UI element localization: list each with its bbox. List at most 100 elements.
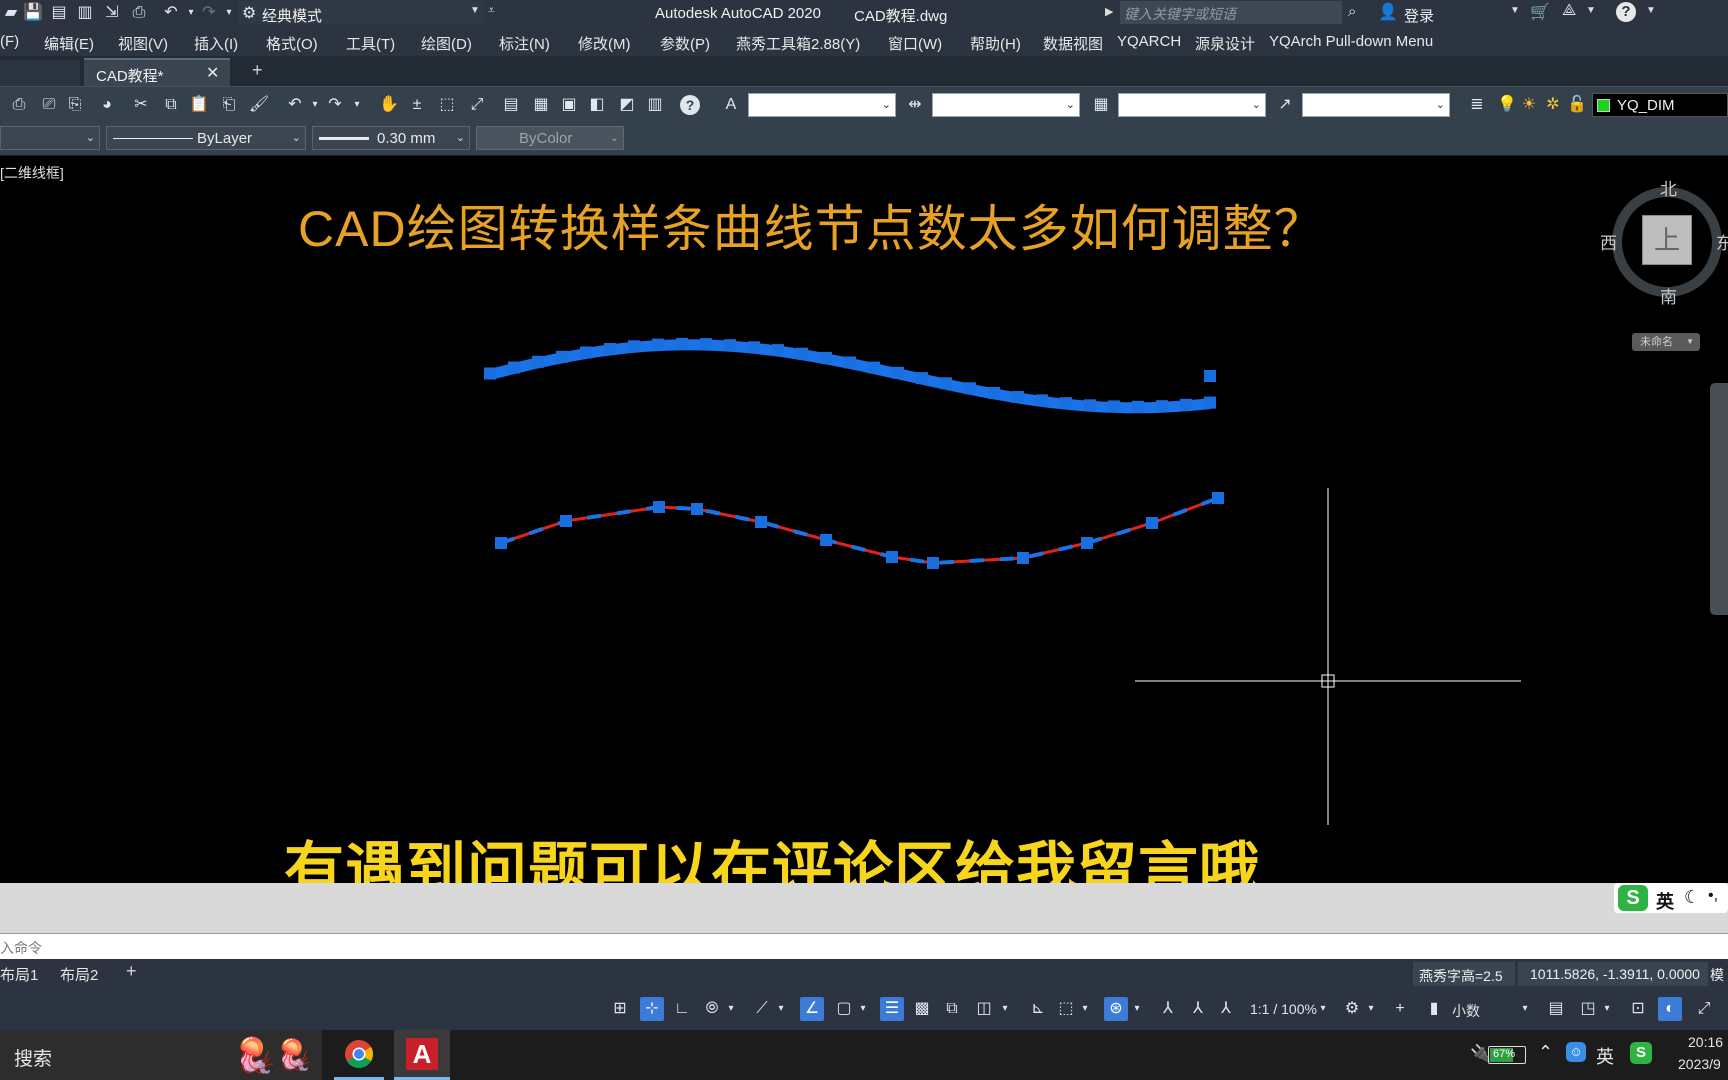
undo-icon-2[interactable]: ↶ <box>284 94 306 116</box>
pan-icon[interactable]: ✋ <box>378 94 400 116</box>
menu-edit[interactable]: 编辑(E) <box>44 33 94 54</box>
help-icon[interactable]: ? <box>1616 2 1636 22</box>
menu-window[interactable]: 窗口(W) <box>888 33 942 54</box>
polyline-grip[interactable] <box>820 534 832 546</box>
menu-modify[interactable]: 修改(M) <box>578 33 631 54</box>
search-box[interactable]: 键入关键字或短语 <box>1120 1 1342 24</box>
autocad-taskbar-button[interactable]: A <box>394 1030 450 1080</box>
polyline-grip[interactable] <box>495 537 507 549</box>
polyline-grip[interactable] <box>1081 537 1093 549</box>
multileader-style-icon[interactable]: ↗ <box>1274 94 1296 116</box>
3d-print-icon[interactable]: ◕ <box>96 94 118 116</box>
isolate-objects-icon[interactable]: ⊡ <box>1626 997 1650 1021</box>
cut-icon[interactable]: ✂ <box>130 94 152 116</box>
snap-icon[interactable]: ⊹ <box>640 997 664 1021</box>
cart-icon[interactable]: 🛒 <box>1530 2 1550 22</box>
osnap-tracking-icon[interactable]: ∠ <box>800 997 824 1021</box>
tray-app-icon[interactable]: ☺ <box>1566 1042 1586 1062</box>
save-as-icon[interactable]: ▤ <box>48 2 70 24</box>
menu-format[interactable]: 格式(O) <box>266 33 318 54</box>
menu-draw[interactable]: 绘图(D) <box>421 33 472 54</box>
freeze-icon[interactable]: ✲ <box>1542 94 1564 116</box>
menu-yuanquan-design[interactable]: 源泉设计 <box>1195 33 1255 54</box>
a360-dropdown-icon[interactable]: ▼ <box>1586 5 1596 16</box>
taskbar-ime-lang[interactable]: 英 <box>1596 1043 1614 1069</box>
menu-yqarch[interactable]: YQARCH <box>1117 33 1181 50</box>
redo-dropdown-icon[interactable]: ▾ <box>218 2 240 24</box>
calculator-icon[interactable]: ▥ <box>644 94 666 116</box>
tool-palettes-icon[interactable]: ▣ <box>558 94 580 116</box>
add-layout-icon[interactable]: + <box>126 961 137 982</box>
viewcube-top-face[interactable]: 上 <box>1642 215 1692 265</box>
punctuation-icon[interactable]: •, <box>1708 887 1718 905</box>
clock-date[interactable]: 2023/9 <box>1678 1056 1721 1072</box>
login-label[interactable]: 登录 <box>1404 5 1434 26</box>
plot-icon[interactable]: ⎙ <box>128 2 150 24</box>
lock-icon[interactable]: 🔓 <box>1566 94 1588 116</box>
auto-scale-icon[interactable]: ⅄ <box>1186 997 1210 1021</box>
a360-icon[interactable]: ⟁ <box>1562 2 1576 20</box>
workspace-gear-icon[interactable]: ⚙ <box>1340 997 1364 1021</box>
annotation-visibility-icon[interactable]: ⅄ <box>1156 997 1180 1021</box>
menu-view[interactable]: 视图(V) <box>118 33 168 54</box>
workspace-dropdown-icon[interactable]: ▾ <box>1366 997 1376 1021</box>
polyline-grip[interactable] <box>1017 552 1029 564</box>
multileader-style-combo[interactable]: ⌄ <box>1302 93 1450 117</box>
lineweight-icon[interactable]: ☰ <box>880 997 904 1021</box>
annotation-scale-icon[interactable]: ⅄ <box>1214 997 1238 1021</box>
light-bulb-icon[interactable]: 💡 <box>1496 94 1518 116</box>
binoculars-icon[interactable]: ⌕ <box>1348 3 1356 20</box>
properties-icon[interactable]: ▤ <box>500 94 522 116</box>
chrome-taskbar-button[interactable] <box>334 1030 384 1080</box>
units-icon[interactable]: ▮ <box>1422 997 1446 1021</box>
polyline-grip[interactable] <box>755 516 767 528</box>
3d-osnap-icon[interactable]: ◫ <box>972 997 996 1021</box>
units-label[interactable]: 小数 <box>1452 1001 1480 1021</box>
dimension-style-icon[interactable]: ⇹ <box>904 94 926 116</box>
coordinates-status[interactable]: 1011.5826, -1.3911, 0.0000 <box>1518 962 1708 986</box>
text-style-icon[interactable]: A <box>720 94 742 116</box>
annotation-monitor-icon[interactable]: + <box>1388 997 1412 1021</box>
polyline-curve[interactable] <box>500 496 1219 565</box>
sheet-set-icon[interactable]: ◧ <box>586 94 608 116</box>
start-tab[interactable] <box>0 60 80 86</box>
menu-help[interactable]: 帮助(H) <box>970 33 1021 54</box>
graphics-performance-icon[interactable]: ◐ <box>1658 997 1682 1021</box>
customize-qat-icon[interactable]: ⩡ <box>488 3 495 18</box>
ucs-menu[interactable]: 未命名 ▼ <box>1632 333 1700 351</box>
annotation-scale-label[interactable]: 1:1 / 100% <box>1250 1001 1317 1017</box>
linetype-combo[interactable]: ByLayer ⌄ <box>106 126 306 150</box>
polyline-grip[interactable] <box>1146 517 1158 529</box>
redo-icon[interactable]: ↷ <box>198 2 220 24</box>
polyline-grip[interactable] <box>886 551 898 563</box>
lock-ui-dropdown-icon[interactable]: ▾ <box>1602 997 1612 1021</box>
sun-icon[interactable]: ☀ <box>1518 94 1540 116</box>
show-hidden-icons-icon[interactable]: ⌃ <box>1538 1042 1553 1063</box>
paste-special-icon[interactable]: ⎗ <box>218 94 240 116</box>
transparency-icon[interactable]: ▩ <box>910 997 934 1021</box>
tab-cad-tutorial[interactable]: CAD教程* ✕ <box>84 58 230 86</box>
tab-layout1[interactable]: 布局1 <box>0 964 38 985</box>
units-dropdown-icon[interactable]: ▾ <box>1520 997 1530 1021</box>
spline-curve[interactable] <box>488 339 1211 414</box>
layer-combo[interactable]: YQ_DIM <box>1592 93 1728 117</box>
polyline-grip[interactable] <box>691 503 703 515</box>
isodraft-icon[interactable]: ⟋ <box>750 997 774 1021</box>
viewcube-east[interactable]: 东 <box>1716 229 1728 254</box>
design-center-icon[interactable]: ▦ <box>530 94 552 116</box>
menu-yanxiu-toolbox[interactable]: 燕秀工具箱2.88(Y) <box>736 33 860 54</box>
table-style-icon[interactable]: ▦ <box>1090 94 1112 116</box>
paste-icon[interactable]: 📋 <box>188 94 210 116</box>
close-icon[interactable]: ✕ <box>206 63 219 83</box>
table-style-combo[interactable]: ⌄ <box>1118 93 1266 117</box>
login-dropdown-icon[interactable]: ▼ <box>1510 5 1520 16</box>
clock-time[interactable]: 20:16 <box>1688 1034 1723 1050</box>
lock-ui-icon[interactable]: ◳ <box>1576 997 1600 1021</box>
viewcube-west[interactable]: 西 <box>1600 229 1617 254</box>
selection-filter-icon[interactable]: ⬚ <box>1054 997 1078 1021</box>
polyline-grip[interactable] <box>927 557 939 569</box>
dynamic-ucs-icon[interactable]: ⊾ <box>1026 997 1050 1021</box>
dimension-style-combo[interactable]: ⌄ <box>932 93 1080 117</box>
taskbar-search-box[interactable]: 搜索 🪼 🪼 <box>0 1030 322 1080</box>
scale-dropdown-icon[interactable]: ▾ <box>1318 997 1328 1021</box>
